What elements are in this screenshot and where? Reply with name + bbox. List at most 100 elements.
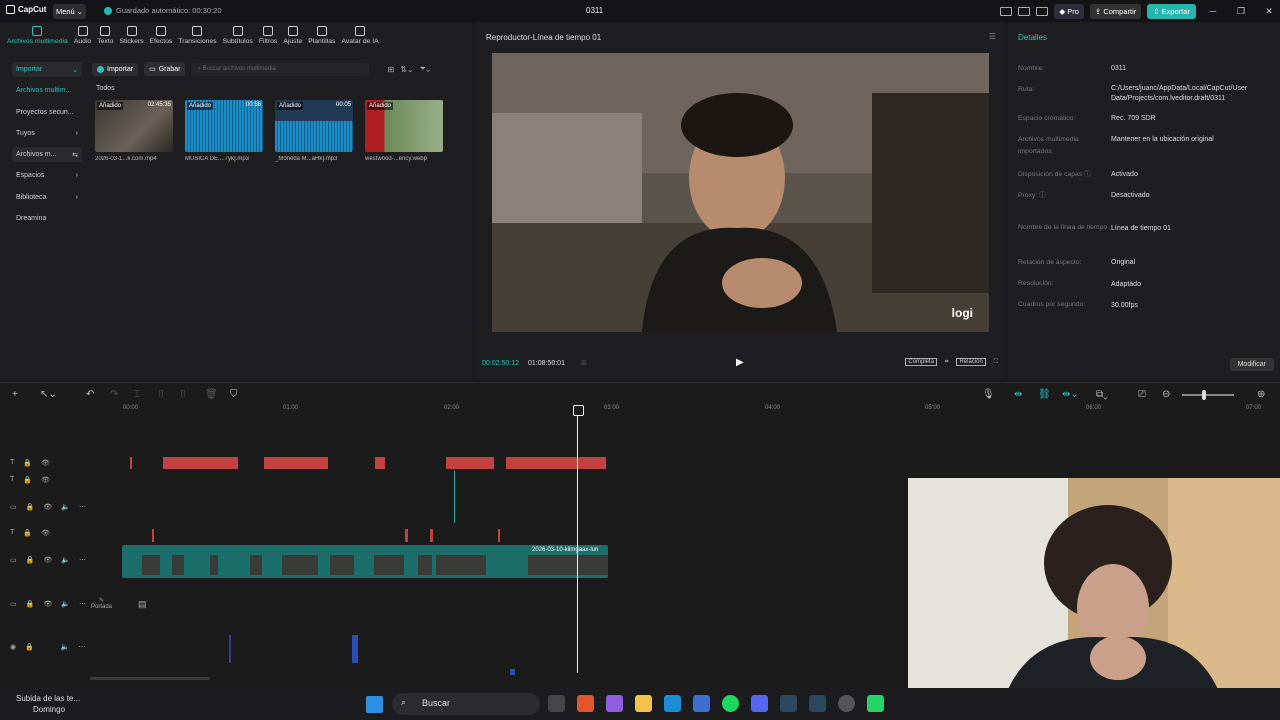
- filter-dropdown-icon[interactable]: ⏷⌄: [420, 64, 431, 74]
- sidenav-dreamina[interactable]: Dreamina: [12, 211, 82, 226]
- more-icon[interactable]: ⋯: [79, 503, 86, 511]
- ratio-button[interactable]: Relación: [956, 358, 986, 366]
- tab-transitions[interactable]: Transiciones: [175, 26, 219, 45]
- sidenav-import[interactable]: Importar ⌄: [12, 62, 82, 77]
- lock-icon[interactable]: 🔒: [26, 600, 35, 608]
- preview-axis-icon[interactable]: ⇹⌄: [1062, 389, 1079, 400]
- sidenav-spaces[interactable]: Espacios ›: [12, 168, 82, 183]
- store-icon[interactable]: [693, 695, 710, 712]
- zoom-slider[interactable]: [1182, 390, 1234, 400]
- media-search-input[interactable]: ⌕ Buscar archivos multimedia: [191, 62, 370, 76]
- audio-icon[interactable]: 🔈: [61, 556, 70, 564]
- split-icon[interactable]: ⌶: [134, 389, 140, 400]
- sidenav-secondary-projects[interactable]: Proyectos secun...: [12, 105, 82, 120]
- share-button[interactable]: ⇪ Compartir: [1089, 3, 1142, 19]
- menu-button[interactable]: Menú ⌄: [53, 4, 86, 19]
- tab-effects[interactable]: Efectos: [147, 26, 176, 45]
- brave-icon[interactable]: [577, 695, 594, 712]
- fullscreen-icon[interactable]: ⛶: [994, 359, 998, 366]
- main-video-clip[interactable]: 2026-03-10-kilmgaax-lun: [122, 545, 608, 578]
- zoom-slider-handle[interactable]: [1202, 390, 1206, 400]
- split-screen-icon[interactable]: ⧉⌄: [1096, 389, 1108, 400]
- crop-icon[interactable]: ⌗: [945, 359, 948, 366]
- microphone-icon[interactable]: 🎙: [982, 389, 995, 400]
- eye-icon[interactable]: 👁: [41, 459, 50, 467]
- sidenav-library[interactable]: Biblioteca ›: [12, 190, 82, 205]
- media-item[interactable]: Añadido 00:05 _Moneda M...aHk].mp3: [275, 100, 353, 162]
- import-button[interactable]: Importar: [92, 62, 139, 76]
- link-icon[interactable]: ⛓: [1038, 389, 1051, 400]
- tab-audio[interactable]: Audio: [71, 26, 94, 45]
- sidenav-files[interactable]: Archivos m... ⇆: [12, 147, 82, 163]
- audio-clip[interactable]: [229, 635, 231, 663]
- tab-filters[interactable]: Filtros: [256, 26, 281, 45]
- playhead[interactable]: [573, 405, 584, 673]
- eye-icon[interactable]: 👁: [43, 503, 52, 511]
- media-item[interactable]: Añadido westwood-...ency.webp: [365, 100, 443, 162]
- redo-icon[interactable]: ↷: [110, 389, 118, 400]
- full-quality-button[interactable]: Completa: [905, 358, 938, 366]
- sidenav-yours[interactable]: Tuyos ›: [12, 126, 82, 141]
- zoom-out-icon[interactable]: ⊖: [1162, 389, 1170, 400]
- more-icon[interactable]: ⋯: [79, 643, 86, 651]
- small-text-clips[interactable]: [150, 529, 500, 543]
- export-button[interactable]: ⇧ Exportar: [1147, 3, 1196, 19]
- task-view-icon[interactable]: [548, 695, 565, 712]
- minimize-icon[interactable]: ─: [1202, 6, 1224, 16]
- spotify-icon[interactable]: [722, 695, 739, 712]
- media-item[interactable]: Añadido 02:45:35 2026-03-1...k.com.mp4: [95, 100, 173, 162]
- eye-icon[interactable]: 👁: [41, 529, 50, 537]
- sidenav-media[interactable]: Archivos multim...: [12, 83, 82, 98]
- lock-icon[interactable]: 🔒: [26, 556, 35, 564]
- audio-icon[interactable]: 🔈: [61, 503, 70, 511]
- edge-icon[interactable]: [664, 695, 681, 712]
- text-clips[interactable]: [130, 455, 606, 471]
- audio-clip[interactable]: [510, 669, 515, 675]
- audio-clip[interactable]: [352, 635, 358, 663]
- timeline-grid-icon[interactable]: ⊞: [581, 360, 587, 367]
- app-icon[interactable]: [838, 695, 855, 712]
- caption-icon[interactable]: ⎚: [1138, 389, 1146, 400]
- notification[interactable]: Subida de las te... Domingo: [16, 693, 80, 715]
- audio-icon[interactable]: 🔈: [61, 643, 70, 651]
- tab-templates[interactable]: Plantillas: [305, 26, 338, 45]
- play-icon[interactable]: ▶: [736, 357, 744, 368]
- eye-icon[interactable]: 👁: [41, 476, 50, 484]
- maximize-icon[interactable]: ❐: [1230, 6, 1252, 17]
- tab-subtitles[interactable]: Subtítulos: [220, 26, 256, 45]
- cover-button[interactable]: ✎ Portada: [91, 597, 112, 610]
- split-right-icon[interactable]: ⌷: [180, 389, 186, 400]
- steam-icon[interactable]: [809, 695, 826, 712]
- whatsapp-icon[interactable]: [867, 695, 884, 712]
- undo-icon[interactable]: ↶: [86, 389, 94, 400]
- layout-icon[interactable]: [1000, 6, 1013, 16]
- lock-icon[interactable]: 🔒: [25, 643, 34, 651]
- pro-button[interactable]: ◆ Pro: [1054, 3, 1084, 19]
- menu-lines-icon[interactable]: [1036, 6, 1049, 16]
- menu-lines-icon[interactable]: ☰: [989, 32, 996, 41]
- windows-start-icon[interactable]: [366, 696, 383, 713]
- lock-icon[interactable]: 🔒: [26, 503, 35, 511]
- cursor-icon[interactable]: ↖⌄: [40, 389, 57, 400]
- zoom-in-icon[interactable]: ⊕: [1257, 389, 1265, 400]
- lock-icon[interactable]: 🔒: [23, 476, 32, 484]
- tab-adjust[interactable]: Ajuste: [280, 26, 305, 45]
- tab-media[interactable]: Archivos multimedia: [4, 26, 71, 45]
- grid-view-icon[interactable]: ⊞: [387, 65, 394, 74]
- video-preview[interactable]: logi: [492, 53, 989, 332]
- sort-icon[interactable]: ⇅⌄: [400, 65, 413, 74]
- folder-icon[interactable]: [635, 695, 652, 712]
- eye-icon[interactable]: 👁: [43, 556, 52, 564]
- audio-icon[interactable]: 🔈: [61, 600, 70, 608]
- more-icon[interactable]: ⋯: [79, 600, 86, 608]
- delete-icon[interactable]: 🗑: [205, 389, 218, 400]
- horizontal-scrollbar[interactable]: [90, 677, 210, 680]
- all-filter-label[interactable]: Todos: [96, 85, 115, 92]
- discord-icon[interactable]: [751, 695, 768, 712]
- split-left-icon[interactable]: ⌷: [158, 389, 164, 400]
- tab-ai-avatar[interactable]: Avatar de IA: [338, 26, 381, 45]
- tab-stickers[interactable]: Stickers: [116, 26, 146, 45]
- close-icon[interactable]: ✕: [1258, 6, 1280, 17]
- lock-icon[interactable]: 🔒: [23, 459, 32, 467]
- copilot-icon[interactable]: [606, 695, 623, 712]
